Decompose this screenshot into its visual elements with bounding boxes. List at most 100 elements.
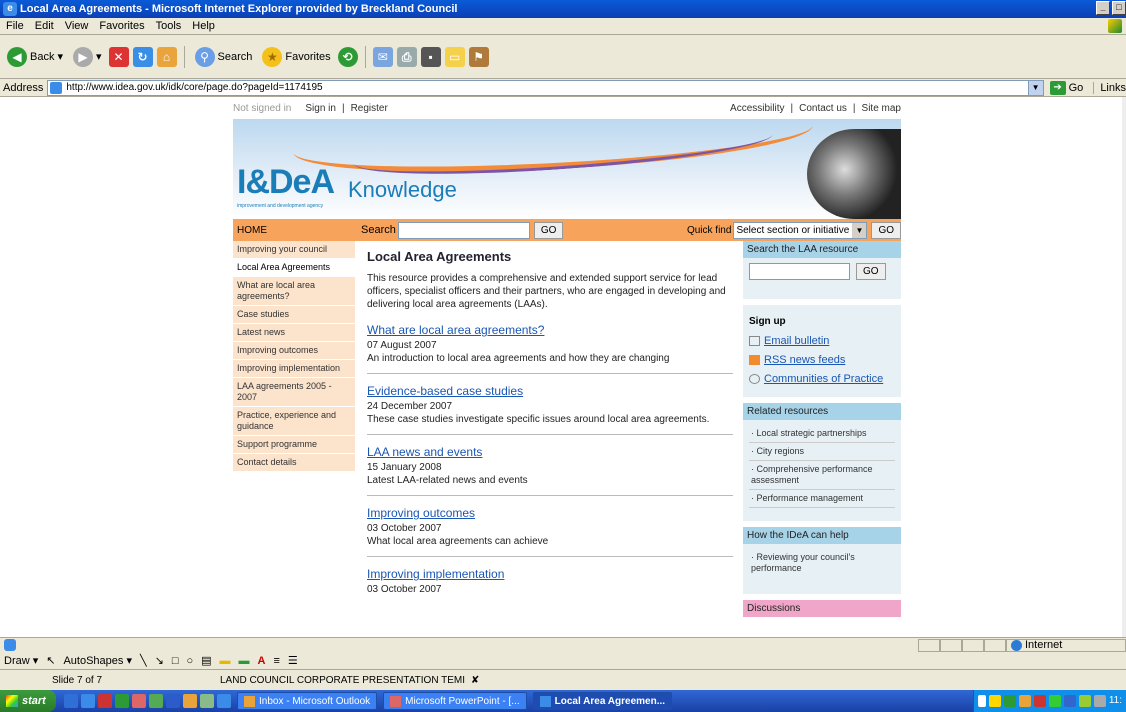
leftnav-item-laa-2005-2007[interactable]: LAA agreements 2005 - 2007	[233, 378, 355, 407]
go-button[interactable]: ➔ Go	[1049, 80, 1083, 95]
tray-icon[interactable]	[1033, 695, 1046, 707]
draw-menu[interactable]: Draw ▾	[4, 654, 38, 667]
stop-icon[interactable]: ✕	[108, 46, 129, 67]
leftnav-item-case-studies[interactable]: Case studies	[233, 306, 355, 324]
quick-find-select[interactable]: Select section or initiative ▼	[733, 221, 868, 239]
laa-search-input[interactable]	[749, 263, 850, 280]
mail-icon[interactable]: ✉	[372, 46, 393, 67]
address-dropdown-icon[interactable]: ▼	[1027, 80, 1043, 95]
rss-feeds-link[interactable]: RSS news feeds	[749, 354, 895, 366]
ie-quicklaunch-icon[interactable]	[217, 694, 231, 708]
idea-logo[interactable]: I&DeA	[237, 163, 335, 202]
search-go-button[interactable]: GO	[533, 221, 564, 239]
related-link[interactable]: · Comprehensive performance assessment	[749, 461, 895, 490]
arrow-icon[interactable]: ↘	[155, 654, 164, 667]
taskbar-item-outlook[interactable]: Inbox - Microsoft Outlook	[237, 692, 378, 710]
quicklaunch-icon[interactable]	[149, 694, 163, 708]
site-map-link[interactable]: Site map	[862, 103, 901, 114]
select-pointer-icon[interactable]: ↖	[46, 654, 55, 667]
messenger-icon[interactable]: ⚑	[468, 46, 489, 67]
entry-link[interactable]: Improving outcomes	[367, 506, 733, 520]
menu-view[interactable]: View	[65, 20, 89, 32]
font-color-icon[interactable]: A	[258, 655, 266, 667]
laa-search-go-button[interactable]: GO	[856, 263, 886, 280]
leftnav-item-practice-guidance[interactable]: Practice, experience and guidance	[233, 407, 355, 436]
leftnav-item-improving-outcomes[interactable]: Improving outcomes	[233, 342, 355, 360]
home-icon[interactable]: ⌂	[156, 46, 177, 67]
favorites-button[interactable]: ★ Favorites	[259, 45, 333, 69]
leftnav-item-contact-details[interactable]: Contact details	[233, 454, 355, 472]
leftnav-item-improving-council[interactable]: Improving your council	[233, 241, 355, 259]
word-icon[interactable]	[166, 694, 180, 708]
leftnav-item-local-area-agreements[interactable]: Local Area Agreements	[233, 259, 355, 277]
related-link[interactable]: · Performance management	[749, 490, 895, 508]
entry-link[interactable]: Evidence-based case studies	[367, 384, 733, 398]
links-button[interactable]: Links	[1093, 81, 1126, 94]
email-bulletin-link[interactable]: Email bulletin	[749, 335, 895, 347]
line-style-icon[interactable]: ≡	[274, 655, 280, 667]
dash-style-icon[interactable]: ☰	[288, 654, 298, 667]
minimize-button[interactable]: _	[1096, 1, 1110, 15]
entry-link[interactable]: What are local area agreements?	[367, 323, 733, 337]
quicklaunch-icon[interactable]	[200, 694, 214, 708]
leftnav-item-improving-implementation[interactable]: Improving implementation	[233, 360, 355, 378]
tray-icon[interactable]	[988, 695, 1001, 707]
menu-edit[interactable]: Edit	[35, 20, 54, 32]
vertical-scrollbar[interactable]	[1122, 97, 1126, 637]
outlook-icon[interactable]	[183, 694, 197, 708]
powerpoint-icon[interactable]	[132, 694, 146, 708]
communities-link[interactable]: Communities of Practice	[749, 373, 895, 385]
spellcheck-icon[interactable]: ✘	[471, 675, 479, 686]
leftnav-item-what-are-laas[interactable]: What are local area agreements?	[233, 277, 355, 306]
excel-icon[interactable]	[115, 694, 129, 708]
menu-help[interactable]: Help	[192, 20, 215, 32]
related-link[interactable]: · City regions	[749, 443, 895, 461]
tray-icon[interactable]	[1018, 695, 1031, 707]
contact-us-link[interactable]: Contact us	[799, 103, 847, 114]
quick-find-go-button[interactable]: GO	[871, 221, 901, 239]
help-link[interactable]: · Reviewing your council's performance	[749, 549, 895, 577]
fill-color-icon[interactable]: ▬	[220, 655, 231, 667]
entry-link[interactable]: LAA news and events	[367, 445, 733, 459]
entry-link[interactable]: Improving implementation	[367, 567, 733, 581]
quicklaunch-icon[interactable]	[98, 694, 112, 708]
forward-button[interactable]: ▶ ▾	[70, 45, 105, 69]
history-icon[interactable]: ⟲	[337, 46, 358, 67]
network-icon[interactable]	[1093, 695, 1106, 707]
oval-icon[interactable]: ○	[186, 655, 193, 667]
home-link[interactable]: HOME	[233, 225, 355, 236]
tray-icon[interactable]	[1063, 695, 1076, 707]
related-link[interactable]: · Local strategic partnerships	[749, 425, 895, 443]
tray-icon[interactable]	[1003, 695, 1016, 707]
address-input[interactable]: http://www.idea.gov.uk/idk/core/page.do?…	[47, 79, 1044, 96]
textbox-icon[interactable]: ▤	[201, 654, 211, 667]
leftnav-item-support-programme[interactable]: Support programme	[233, 436, 355, 454]
taskbar-item-ie[interactable]: Local Area Agreemen...	[532, 692, 673, 710]
rectangle-icon[interactable]: □	[172, 655, 179, 667]
folder-icon[interactable]: ▭	[444, 46, 465, 67]
menu-favorites[interactable]: Favorites	[99, 20, 144, 32]
start-button[interactable]: start	[0, 690, 56, 712]
autoshapes-menu[interactable]: AutoShapes ▾	[63, 654, 132, 667]
line-color-icon[interactable]: ▬	[239, 655, 250, 667]
accessibility-link[interactable]: Accessibility	[730, 103, 784, 114]
edit-icon[interactable]: ▪	[420, 46, 441, 67]
site-search-input[interactable]	[397, 221, 530, 239]
search-button[interactable]: ⚲ Search	[192, 45, 256, 69]
quicklaunch-icon[interactable]	[64, 694, 78, 708]
ie-quicklaunch-icon[interactable]	[81, 694, 95, 708]
refresh-icon[interactable]: ↻	[132, 46, 153, 67]
taskbar-item-powerpoint[interactable]: Microsoft PowerPoint - [...	[383, 692, 527, 710]
chevron-left-icon[interactable]	[977, 695, 986, 707]
back-button[interactable]: ◀ Back ▾	[4, 45, 66, 69]
menu-file[interactable]: File	[6, 20, 24, 32]
line-icon[interactable]: ╲	[140, 654, 147, 667]
tray-icon[interactable]	[1048, 695, 1061, 707]
maximize-button[interactable]: □	[1112, 1, 1126, 15]
sign-in-link[interactable]: Sign in	[305, 103, 336, 114]
print-icon[interactable]: ⎙	[396, 46, 417, 67]
register-link[interactable]: Register	[351, 103, 388, 114]
leftnav-item-latest-news[interactable]: Latest news	[233, 324, 355, 342]
tray-icon[interactable]	[1078, 695, 1091, 707]
menu-tools[interactable]: Tools	[156, 20, 182, 32]
